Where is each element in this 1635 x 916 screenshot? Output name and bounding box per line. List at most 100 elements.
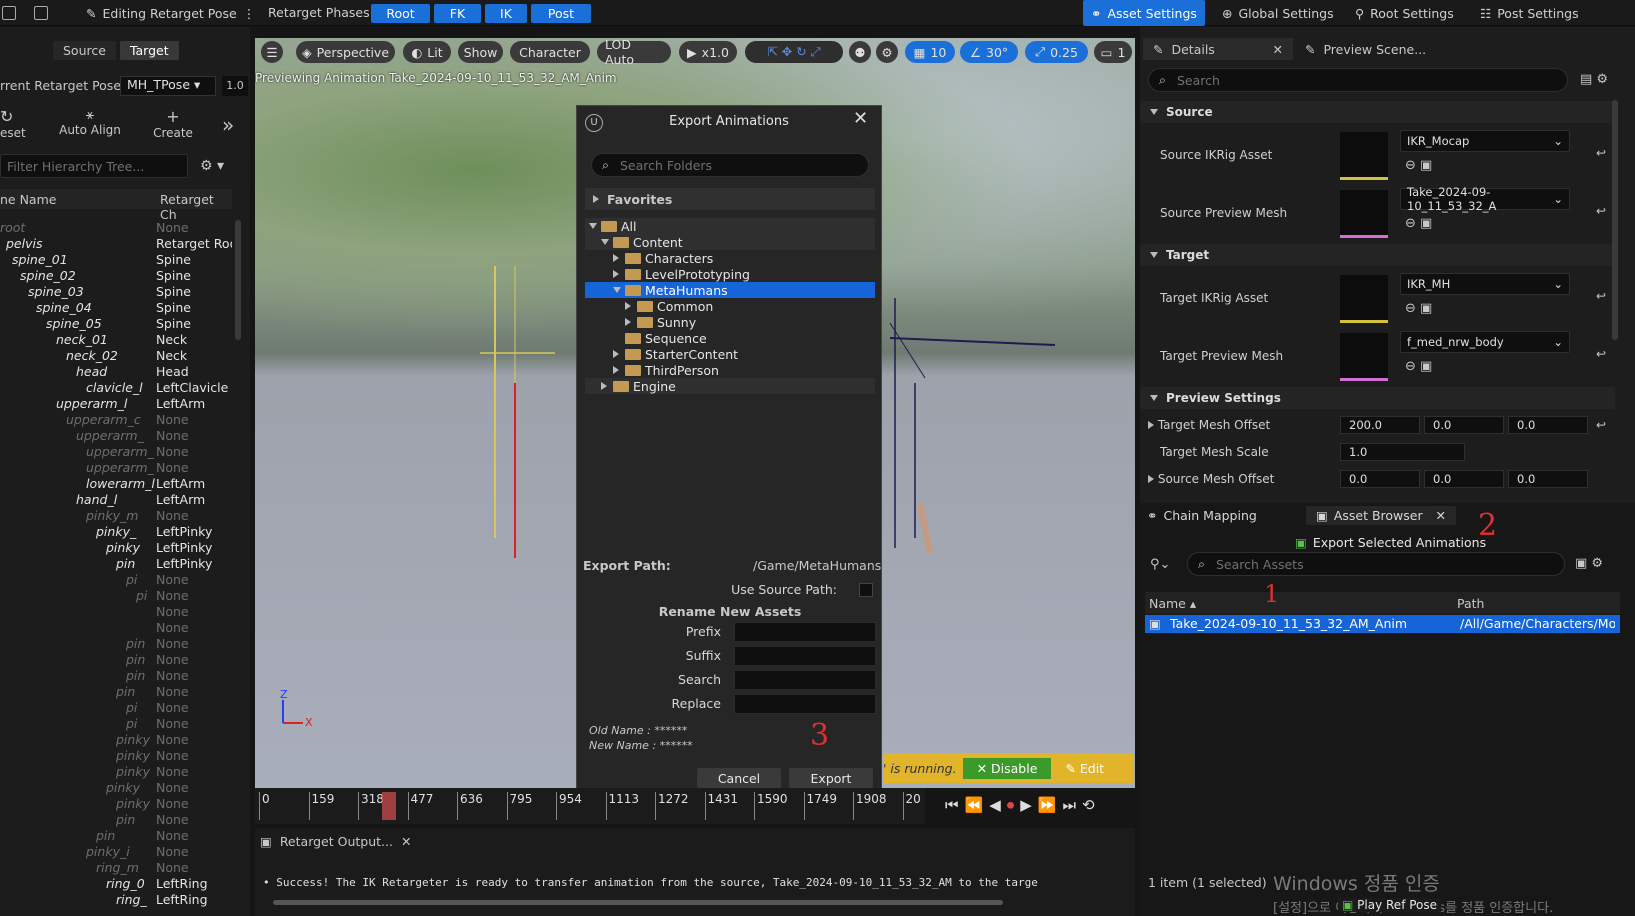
bone-row[interactable]: spine_04 Spine — [0, 300, 232, 316]
search-assets-input[interactable]: ⌕ Search Assets — [1187, 552, 1565, 576]
expand-arrow-icon[interactable] — [601, 239, 609, 245]
bone-row[interactable]: neck_02 Neck — [0, 348, 232, 364]
folder-item[interactable]: MetaHumans — [585, 282, 875, 298]
close-icon[interactable]: ✕ — [853, 108, 868, 129]
bone-row[interactable]: pinky None — [0, 764, 232, 780]
grid-snap-button[interactable]: ▦ 10 — [905, 41, 955, 63]
source-tab[interactable]: Source — [53, 41, 116, 60]
window-icon[interactable] — [2, 0, 16, 26]
search-replace-field[interactable] — [734, 670, 876, 690]
phase-post-button[interactable]: Post — [531, 4, 591, 23]
bone-row[interactable]: spine_01 Spine — [0, 252, 232, 268]
bone-row[interactable]: pin None — [0, 828, 232, 844]
folder-item[interactable]: All — [585, 218, 875, 234]
expand-arrow-icon[interactable] — [613, 270, 621, 278]
expand-toolbar-icon[interactable]: » — [222, 113, 234, 137]
transform-tools[interactable]: ⇱ ✥ ↻ ⤢ — [745, 41, 843, 63]
target-offset-y[interactable]: 0.0 — [1424, 416, 1504, 434]
folder-item[interactable]: Content — [585, 234, 875, 250]
export-selected-animations-button[interactable]: ▣ Export Selected Animations — [1295, 535, 1486, 550]
target-section[interactable]: Target — [1140, 244, 1615, 266]
bone-row[interactable]: upperarm_ None — [0, 460, 232, 476]
close-browser-icon[interactable]: ✕ — [1436, 508, 1446, 523]
expand-arrow-icon[interactable] — [613, 350, 621, 358]
bone-row[interactable]: pi None — [0, 716, 232, 732]
pose-blend-field[interactable]: 1.0 — [222, 76, 248, 96]
playback-speed-button[interactable]: ▶ x1.0 — [679, 41, 737, 63]
close-details-icon[interactable]: ✕ — [1273, 42, 1283, 57]
asset-browser-tab[interactable]: ▣ Asset Browser ✕ — [1306, 506, 1456, 525]
browse-asset-icon[interactable]: ⊖ ▣ — [1405, 216, 1432, 231]
expand-arrow-icon[interactable] — [613, 287, 621, 293]
path-column[interactable]: Path — [1457, 596, 1484, 611]
bone-row[interactable]: spine_05 Spine — [0, 316, 232, 332]
timeline[interactable]: 0 159 318 477 636 795 954 1113 1272 1431 1590 1749 1… — [255, 788, 925, 824]
target-mesh-thumbnail[interactable] — [1340, 333, 1388, 381]
camera-count-button[interactable]: ▭ 1 — [1094, 41, 1132, 63]
bone-row[interactable]: pin None — [0, 636, 232, 652]
bone-row[interactable]: ring_ LeftRing — [0, 892, 232, 908]
asset-view-options-icon[interactable]: ▣ ⚙ — [1575, 556, 1603, 571]
bone-row[interactable]: pinky None — [0, 796, 232, 812]
bone-row[interactable]: pin None — [0, 812, 232, 828]
root-settings-tab[interactable]: ⚲ Root Settings — [1355, 0, 1454, 26]
browse-asset-icon[interactable]: ⊖ ▣ — [1405, 301, 1432, 316]
bone-row[interactable]: root None — [0, 220, 232, 236]
prefix-field[interactable] — [734, 622, 876, 642]
bone-row[interactable]: upperarm_ None — [0, 444, 232, 460]
bone-row[interactable]: pinky None — [0, 748, 232, 764]
reset-to-default-icon[interactable]: ↩ — [1596, 347, 1606, 361]
details-tab[interactable]: ✎ Details ✕ — [1143, 38, 1293, 60]
phase-ik-button[interactable]: IK — [485, 4, 527, 23]
target-mesh-dropdown[interactable]: f_med_nrw_body ⌄ — [1400, 331, 1570, 353]
more-options-icon[interactable]: ⋮ — [243, 6, 256, 21]
suffix-field[interactable] — [734, 646, 876, 666]
menu-icon[interactable]: ☰ — [261, 41, 283, 63]
details-search-input[interactable]: ⌕ Search — [1148, 68, 1568, 92]
bone-row[interactable]: pin None — [0, 652, 232, 668]
source-ikrig-dropdown[interactable]: IKR_Mocap ⌄ — [1400, 130, 1570, 152]
folder-item[interactable]: Sunny — [585, 314, 875, 330]
bone-row[interactable]: ring_0 LeftRing — [0, 876, 232, 892]
bone-row[interactable]: None — [0, 620, 232, 636]
source-section[interactable]: Source — [1140, 101, 1615, 123]
source-mesh-dropdown[interactable]: Take_2024-09-10_11_53_32_A ⌄ — [1400, 185, 1570, 213]
export-button[interactable]: Export — [789, 768, 873, 788]
bone-row[interactable]: pinky_m None — [0, 508, 232, 524]
reset-to-default-icon[interactable]: ↩ — [1596, 289, 1606, 303]
bone-row[interactable]: spine_02 Spine — [0, 268, 232, 284]
folder-item[interactable]: Sequence — [585, 330, 875, 346]
filter-hierarchy-input[interactable]: Filter Hierarchy Tree... — [0, 154, 188, 178]
source-offset-y[interactable]: 0.0 — [1424, 470, 1504, 488]
target-offset-label[interactable]: Target Mesh Offset — [1148, 418, 1270, 432]
reset-to-default-icon[interactable]: ↩ — [1596, 418, 1606, 432]
expand-arrow-icon[interactable] — [613, 254, 621, 262]
favorites-section[interactable]: Favorites — [585, 188, 875, 210]
browse-asset-icon[interactable]: ⊖ ▣ — [1405, 359, 1432, 374]
bone-name-column[interactable]: ne Name — [0, 192, 56, 207]
surface-snap-icon[interactable]: ⚙ — [876, 41, 898, 63]
reset-to-default-icon[interactable]: ↩ — [1596, 204, 1606, 218]
rotation-snap-button[interactable]: ∠ 30° — [960, 41, 1018, 63]
bone-row[interactable]: pin None — [0, 668, 232, 684]
bone-row[interactable]: pi None — [0, 572, 232, 588]
bone-row[interactable]: pelvis Retarget Roo — [0, 236, 232, 252]
post-settings-tab[interactable]: ☷ Post Settings — [1480, 0, 1579, 26]
preview-scene-tab[interactable]: ✎ Preview Scene... — [1305, 38, 1426, 60]
bone-row[interactable]: upperarm_l LeftArm — [0, 396, 232, 412]
bone-row[interactable]: pinky None — [0, 780, 232, 796]
expand-arrow-icon[interactable] — [625, 302, 633, 310]
search-folders-input[interactable]: ⌕ Search Folders — [591, 153, 869, 177]
perspective-button[interactable]: ◈ Perspective — [296, 41, 395, 63]
phase-root-button[interactable]: Root — [371, 4, 430, 23]
folder-item[interactable]: ThirdPerson — [585, 362, 875, 378]
editing-retarget-pose-button[interactable]: ✎ Editing Retarget Pose ⋮ — [86, 0, 255, 26]
reset-button[interactable]: ↻ eset — [0, 107, 40, 147]
expand-arrow-icon[interactable] — [613, 366, 621, 374]
bone-row[interactable]: pinky LeftPinky — [0, 540, 232, 556]
target-ikrig-thumbnail[interactable] — [1340, 275, 1388, 323]
source-offset-x[interactable]: 0.0 — [1340, 470, 1420, 488]
bone-row[interactable]: None — [0, 604, 232, 620]
show-button[interactable]: Show — [458, 41, 503, 63]
bone-row[interactable]: pinky_i None — [0, 844, 232, 860]
